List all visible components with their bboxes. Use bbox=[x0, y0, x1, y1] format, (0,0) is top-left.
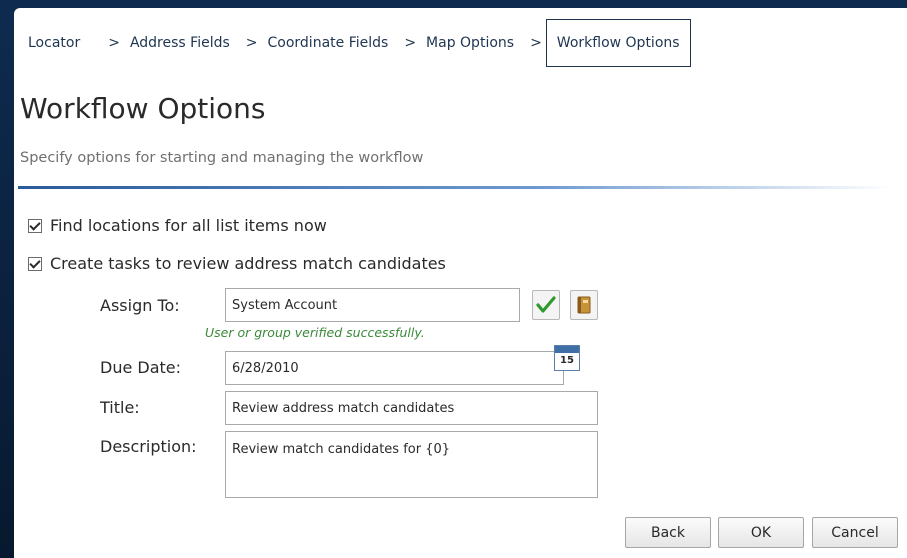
verify-message: User or group verified successfully. bbox=[205, 325, 425, 340]
description-label: Description: bbox=[100, 437, 197, 456]
back-button[interactable]: Back bbox=[625, 517, 711, 548]
due-date-input[interactable]: 6/28/2010 bbox=[225, 351, 564, 385]
find-locations-option[interactable]: Find locations for all list items now bbox=[28, 216, 327, 235]
breadcrumb-separator: > bbox=[404, 35, 417, 51]
title-label: Title: bbox=[100, 398, 140, 417]
assign-to-input[interactable]: System Account bbox=[225, 288, 520, 322]
title-input[interactable]: Review address match candidates bbox=[225, 391, 598, 425]
find-locations-checkbox[interactable] bbox=[28, 218, 42, 233]
breadcrumb-separator: > bbox=[530, 35, 542, 51]
header-divider bbox=[18, 186, 893, 189]
calendar-icon[interactable]: 15 bbox=[554, 345, 580, 371]
calendar-icon-header bbox=[555, 346, 579, 353]
breadcrumb-separator: > bbox=[108, 35, 120, 51]
assign-to-label: Assign To: bbox=[100, 296, 180, 315]
page-title: Workflow Options bbox=[20, 92, 266, 125]
breadcrumb-locator[interactable]: Locator bbox=[28, 35, 80, 51]
breadcrumb-coordinate-fields[interactable]: Coordinate Fields bbox=[268, 35, 389, 51]
page-subtitle: Specify options for starting and managin… bbox=[20, 150, 424, 166]
ok-button[interactable]: OK bbox=[718, 517, 804, 548]
check-names-icon[interactable] bbox=[532, 290, 560, 320]
due-date-label: Due Date: bbox=[100, 358, 182, 377]
breadcrumb-map-options[interactable]: Map Options bbox=[426, 35, 514, 51]
calendar-icon-day: 15 bbox=[560, 355, 574, 366]
breadcrumb-current-workflow-options: Workflow Options bbox=[545, 19, 691, 67]
breadcrumb: Locator > Address Fields > Coordinate Fi… bbox=[28, 17, 691, 69]
breadcrumb-separator: > bbox=[245, 35, 258, 51]
breadcrumb-address-fields[interactable]: Address Fields bbox=[130, 35, 230, 51]
address-book-icon[interactable] bbox=[570, 290, 598, 320]
description-textarea[interactable]: Review match candidates for {0} bbox=[225, 431, 598, 498]
create-tasks-checkbox[interactable] bbox=[28, 256, 42, 271]
create-tasks-label: Create tasks to review address match can… bbox=[50, 254, 446, 273]
cancel-button[interactable]: Cancel bbox=[812, 517, 898, 548]
find-locations-label: Find locations for all list items now bbox=[50, 216, 327, 235]
create-tasks-option[interactable]: Create tasks to review address match can… bbox=[28, 254, 446, 273]
